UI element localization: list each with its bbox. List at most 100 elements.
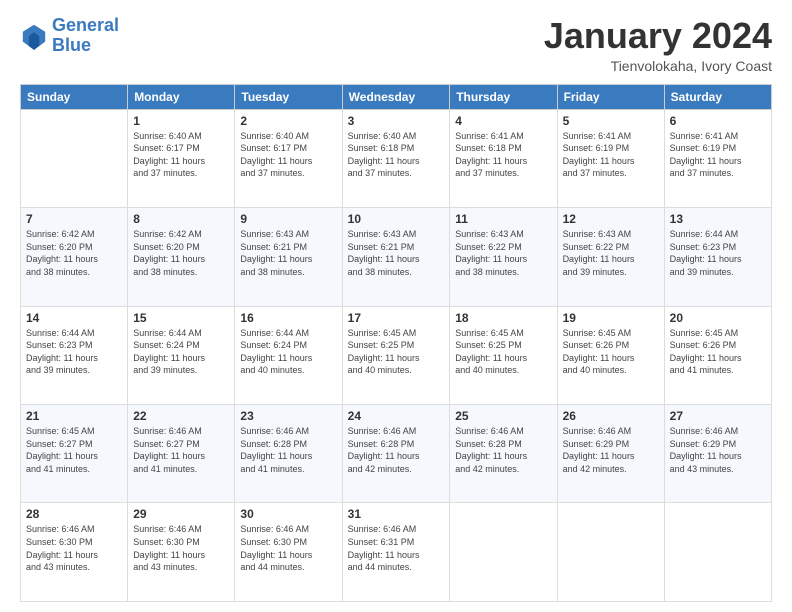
day-number: 9 <box>240 212 336 226</box>
calendar-day-cell: 11 Sunrise: 6:43 AM Sunset: 6:22 PM Dayli… <box>450 208 557 306</box>
calendar-day-cell: 2 Sunrise: 6:40 AM Sunset: 6:17 PM Daylig… <box>235 109 342 207</box>
calendar-day-cell <box>450 503 557 602</box>
calendar-day-cell: 26 Sunrise: 6:46 AM Sunset: 6:29 PM Dayli… <box>557 405 664 503</box>
logo: General Blue <box>20 16 119 56</box>
day-info: Sunrise: 6:41 AM Sunset: 6:18 PM Dayligh… <box>455 130 551 180</box>
day-number: 23 <box>240 409 336 423</box>
calendar-day-cell: 6Sunrise: 6:41 AM Sunset: 6:19 PM Daylig… <box>664 109 771 207</box>
calendar-day-cell: 16 Sunrise: 6:44 AM Sunset: 6:24 PM Dayli… <box>235 306 342 404</box>
day-info: Sunrise: 6:43 AM Sunset: 6:21 PM Dayligh… <box>240 228 336 278</box>
calendar-day-cell: 30Sunrise: 6:46 AM Sunset: 6:30 PM Dayli… <box>235 503 342 602</box>
calendar-week-row: 28 Sunrise: 6:46 AM Sunset: 6:30 PM Dayli… <box>21 503 772 602</box>
day-info: Sunrise: 6:44 AM Sunset: 6:23 PM Dayligh… <box>670 228 766 278</box>
calendar-day-cell: 25 Sunrise: 6:46 AM Sunset: 6:28 PM Dayli… <box>450 405 557 503</box>
location-subtitle: Tienvolokaha, Ivory Coast <box>544 58 772 74</box>
day-info: Sunrise: 6:40 AM Sunset: 6:17 PM Dayligh… <box>240 130 336 180</box>
calendar-header-row: SundayMondayTuesdayWednesdayThursdayFrid… <box>21 84 772 109</box>
day-info: Sunrise: 6:40 AM Sunset: 6:18 PM Dayligh… <box>348 130 445 180</box>
day-number: 12 <box>563 212 659 226</box>
day-info: Sunrise: 6:45 AM Sunset: 6:26 PM Dayligh… <box>670 327 766 377</box>
day-number: 21 <box>26 409 122 423</box>
calendar-day-cell: 17 Sunrise: 6:45 AM Sunset: 6:25 PM Dayli… <box>342 306 450 404</box>
calendar-day-cell: 8 Sunrise: 6:42 AM Sunset: 6:20 PM Daylig… <box>128 208 235 306</box>
calendar-week-row: 14 Sunrise: 6:44 AM Sunset: 6:23 PM Dayli… <box>21 306 772 404</box>
calendar-day-cell: 23 Sunrise: 6:46 AM Sunset: 6:28 PM Dayli… <box>235 405 342 503</box>
day-number: 19 <box>563 311 659 325</box>
day-number: 26 <box>563 409 659 423</box>
day-info: Sunrise: 6:44 AM Sunset: 6:24 PM Dayligh… <box>240 327 336 377</box>
day-number: 2 <box>240 114 336 128</box>
day-number: 10 <box>348 212 445 226</box>
day-info: Sunrise: 6:46 AM Sunset: 6:28 PM Dayligh… <box>348 425 445 475</box>
day-info: Sunrise: 6:46 AM Sunset: 6:27 PM Dayligh… <box>133 425 229 475</box>
day-number: 6 <box>670 114 766 128</box>
day-of-week-header: Monday <box>128 84 235 109</box>
logo-line2: Blue <box>52 35 91 55</box>
calendar-day-cell: 3 Sunrise: 6:40 AM Sunset: 6:18 PM Daylig… <box>342 109 450 207</box>
day-info: Sunrise: 6:42 AM Sunset: 6:20 PM Dayligh… <box>26 228 122 278</box>
day-info: Sunrise: 6:45 AM Sunset: 6:25 PM Dayligh… <box>348 327 445 377</box>
calendar-day-cell <box>21 109 128 207</box>
day-info: Sunrise: 6:46 AM Sunset: 6:29 PM Dayligh… <box>670 425 766 475</box>
calendar-day-cell: 14 Sunrise: 6:44 AM Sunset: 6:23 PM Dayli… <box>21 306 128 404</box>
calendar-day-cell: 18Sunrise: 6:45 AM Sunset: 6:25 PM Dayli… <box>450 306 557 404</box>
calendar-week-row: 1 Sunrise: 6:40 AM Sunset: 6:17 PM Daylig… <box>21 109 772 207</box>
calendar-week-row: 7 Sunrise: 6:42 AM Sunset: 6:20 PM Daylig… <box>21 208 772 306</box>
calendar-day-cell: 24 Sunrise: 6:46 AM Sunset: 6:28 PM Dayli… <box>342 405 450 503</box>
day-info: Sunrise: 6:46 AM Sunset: 6:28 PM Dayligh… <box>455 425 551 475</box>
day-number: 7 <box>26 212 122 226</box>
day-info: Sunrise: 6:46 AM Sunset: 6:28 PM Dayligh… <box>240 425 336 475</box>
day-info: Sunrise: 6:44 AM Sunset: 6:23 PM Dayligh… <box>26 327 122 377</box>
day-info: Sunrise: 6:46 AM Sunset: 6:30 PM Dayligh… <box>133 523 229 573</box>
day-info: Sunrise: 6:44 AM Sunset: 6:24 PM Dayligh… <box>133 327 229 377</box>
title-area: January 2024 Tienvolokaha, Ivory Coast <box>544 16 772 74</box>
day-of-week-header: Saturday <box>664 84 771 109</box>
day-number: 29 <box>133 507 229 521</box>
day-info: Sunrise: 6:46 AM Sunset: 6:31 PM Dayligh… <box>348 523 445 573</box>
day-number: 8 <box>133 212 229 226</box>
day-info: Sunrise: 6:41 AM Sunset: 6:19 PM Dayligh… <box>563 130 659 180</box>
logo-icon <box>20 22 48 50</box>
calendar-day-cell: 10Sunrise: 6:43 AM Sunset: 6:21 PM Dayli… <box>342 208 450 306</box>
month-title: January 2024 <box>544 16 772 56</box>
day-number: 3 <box>348 114 445 128</box>
day-info: Sunrise: 6:40 AM Sunset: 6:17 PM Dayligh… <box>133 130 229 180</box>
calendar-day-cell: 20 Sunrise: 6:45 AM Sunset: 6:26 PM Dayli… <box>664 306 771 404</box>
day-number: 1 <box>133 114 229 128</box>
day-number: 13 <box>670 212 766 226</box>
calendar-day-cell: 31 Sunrise: 6:46 AM Sunset: 6:31 PM Dayli… <box>342 503 450 602</box>
calendar-day-cell <box>664 503 771 602</box>
calendar-day-cell: 22 Sunrise: 6:46 AM Sunset: 6:27 PM Dayli… <box>128 405 235 503</box>
day-number: 17 <box>348 311 445 325</box>
calendar-day-cell: 29 Sunrise: 6:46 AM Sunset: 6:30 PM Dayli… <box>128 503 235 602</box>
day-number: 14 <box>26 311 122 325</box>
day-number: 31 <box>348 507 445 521</box>
day-number: 11 <box>455 212 551 226</box>
day-info: Sunrise: 6:46 AM Sunset: 6:29 PM Dayligh… <box>563 425 659 475</box>
day-number: 27 <box>670 409 766 423</box>
calendar-day-cell: 27 Sunrise: 6:46 AM Sunset: 6:29 PM Dayli… <box>664 405 771 503</box>
day-number: 24 <box>348 409 445 423</box>
day-number: 5 <box>563 114 659 128</box>
day-of-week-header: Sunday <box>21 84 128 109</box>
day-info: Sunrise: 6:45 AM Sunset: 6:27 PM Dayligh… <box>26 425 122 475</box>
day-number: 30 <box>240 507 336 521</box>
calendar-day-cell <box>557 503 664 602</box>
day-number: 22 <box>133 409 229 423</box>
day-of-week-header: Wednesday <box>342 84 450 109</box>
day-info: Sunrise: 6:45 AM Sunset: 6:26 PM Dayligh… <box>563 327 659 377</box>
day-number: 28 <box>26 507 122 521</box>
day-number: 20 <box>670 311 766 325</box>
day-number: 4 <box>455 114 551 128</box>
calendar-week-row: 21 Sunrise: 6:45 AM Sunset: 6:27 PM Dayli… <box>21 405 772 503</box>
day-of-week-header: Friday <box>557 84 664 109</box>
day-info: Sunrise: 6:43 AM Sunset: 6:22 PM Dayligh… <box>455 228 551 278</box>
day-info: Sunrise: 6:43 AM Sunset: 6:22 PM Dayligh… <box>563 228 659 278</box>
day-of-week-header: Thursday <box>450 84 557 109</box>
day-number: 16 <box>240 311 336 325</box>
day-number: 25 <box>455 409 551 423</box>
calendar-day-cell: 28Sunrise: 6:46 AM Sunset: 6:30 PM Dayli… <box>21 503 128 602</box>
calendar-day-cell: 1 Sunrise: 6:40 AM Sunset: 6:17 PM Daylig… <box>128 109 235 207</box>
calendar-table: SundayMondayTuesdayWednesdayThursdayFrid… <box>20 84 772 602</box>
day-info: Sunrise: 6:42 AM Sunset: 6:20 PM Dayligh… <box>133 228 229 278</box>
